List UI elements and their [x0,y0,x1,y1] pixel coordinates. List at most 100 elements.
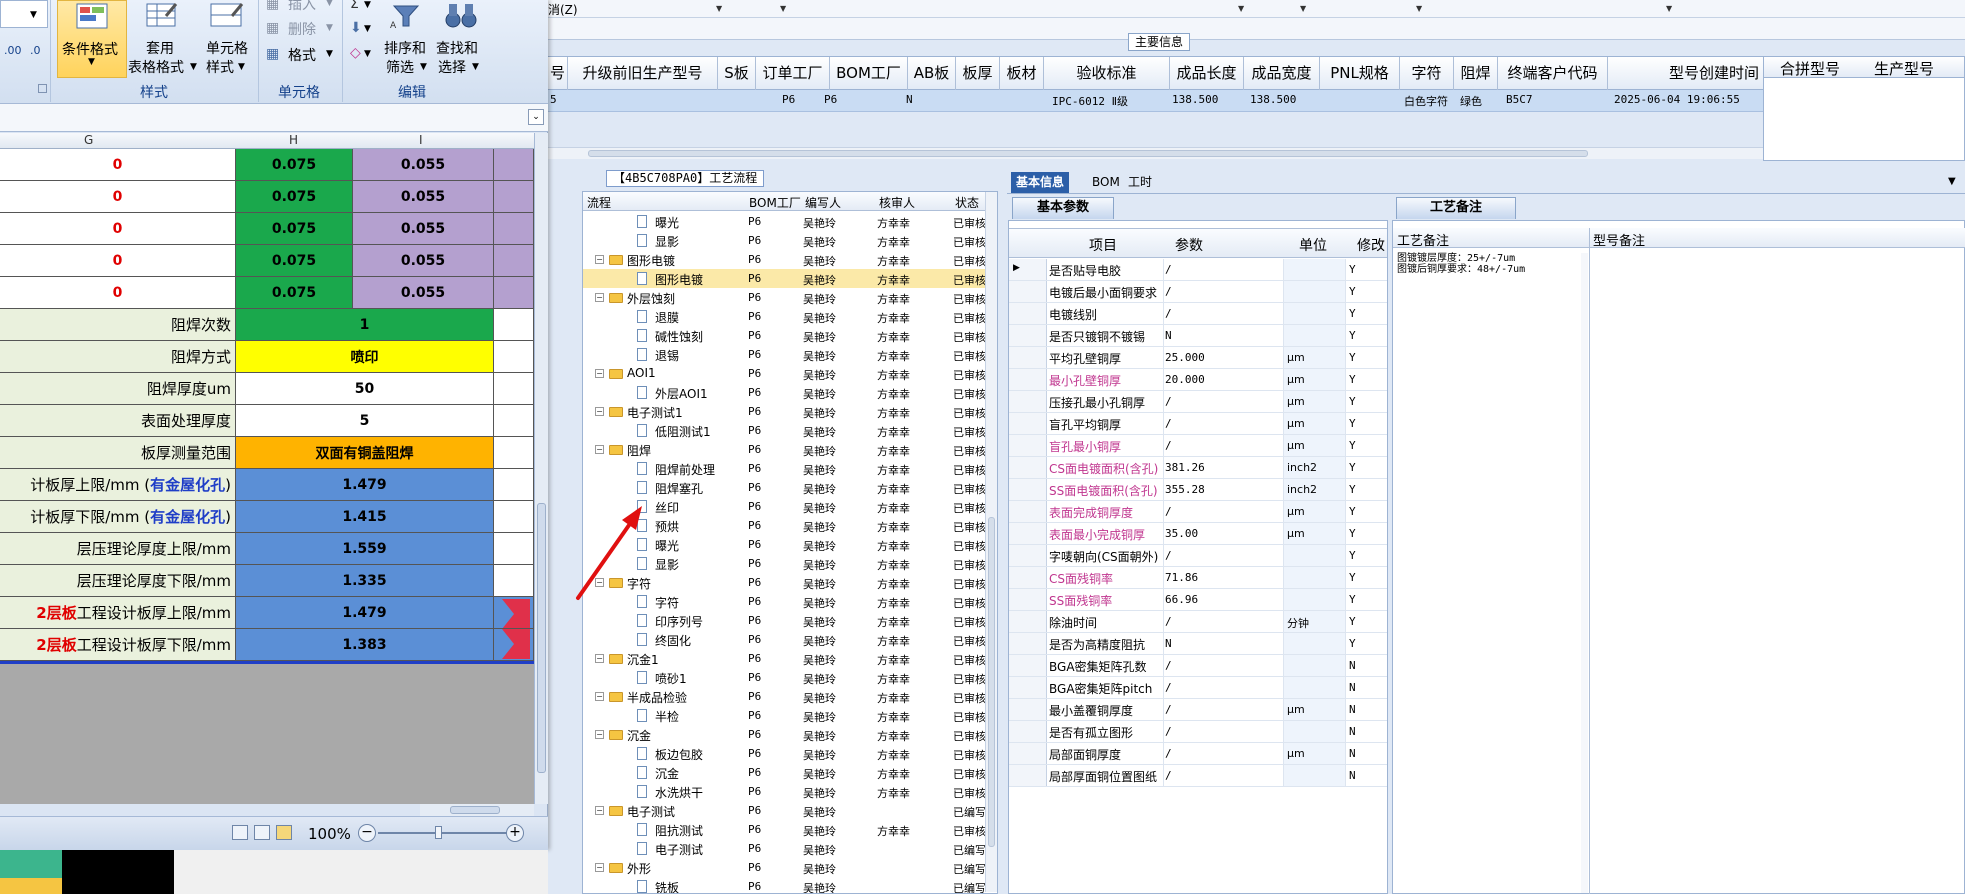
sheet-cell[interactable] [494,149,534,181]
chevron-down-icon[interactable]: ▼ [780,4,786,13]
table-format-label[interactable]: 套用 [146,38,174,58]
param-value[interactable]: N [1165,637,1172,650]
flow-step-row[interactable]: 退锡 P6 吴艳玲 方幸幸 已审核 [583,345,997,364]
grid-header-cell[interactable]: 板材 [1000,57,1044,90]
param-value[interactable]: / [1165,395,1172,408]
param-row[interactable]: 局部厚面铜位置图纸 / N [1009,765,1387,787]
flow-group-row[interactable]: − 电子测试 P6 吴艳玲 已编写 [583,801,997,820]
row-indicator[interactable] [1009,369,1047,390]
param-value[interactable]: 66.96 [1165,593,1198,606]
row-indicator[interactable] [1009,699,1047,720]
grid-header-cell[interactable]: AB板 [908,57,956,90]
sheet-label-cell[interactable]: 表面处理厚度 [0,405,236,437]
clear-icon[interactable]: ◇ [350,45,361,61]
chevron-down-icon[interactable]: ▼ [238,62,245,72]
zoom-out-icon[interactable]: − [358,824,376,842]
sheet-value-cell[interactable]: 1.383 [236,629,494,661]
chevron-down-icon[interactable]: ▼ [1238,4,1244,13]
param-row[interactable]: 字唛朝向(CS面朝外) / Y [1009,545,1387,567]
cell-style-label[interactable]: 单元格 [206,38,248,58]
zoom-slider-thumb[interactable] [435,826,442,839]
find-select-label[interactable]: 选择 [438,57,466,77]
scrollbar-thumb[interactable] [537,503,546,773]
chevron-down-icon[interactable]: ▼ [326,0,333,8]
expand-formula-icon[interactable]: ⌄ [528,109,544,125]
param-value[interactable]: / [1165,417,1172,430]
chevron-down-icon[interactable]: ▼ [364,24,371,34]
sheet-cell[interactable]: 0.055 [353,245,494,277]
grid-header-cell[interactable]: 终端客户代码 [1498,57,1608,90]
grid-header-cell[interactable]: 合拼型号 [1780,58,1840,79]
param-row[interactable]: 平均孔壁铜厚 25.000 μm Y [1009,347,1387,369]
flow-step-row[interactable]: 终固化 P6 吴艳玲 方幸幸 已审核 [583,630,997,649]
decrease-decimal-icon[interactable]: .00 [4,44,22,57]
row-indicator[interactable] [1009,303,1047,324]
sheet-value-cell[interactable]: 1.479 [236,469,494,501]
sheet-cell[interactable] [494,629,534,661]
grid-header-cell[interactable]: 型号创建时间 [1608,57,1763,90]
row-indicator[interactable] [1009,677,1047,698]
sheet-vertical-scrollbar[interactable] [534,133,548,804]
sheet-cell[interactable] [494,597,534,629]
chevron-down-icon[interactable]: ▼ [716,4,722,13]
sheet-value-cell[interactable]: 1.415 [236,501,494,533]
flow-header-cell[interactable]: 核审人 [879,194,915,211]
collapse-icon[interactable]: − [595,407,604,416]
collapse-icon[interactable]: − [595,730,604,739]
row-indicator[interactable] [1009,611,1047,632]
row-indicator[interactable] [1009,413,1047,434]
row-indicator[interactable] [1009,457,1047,478]
sheet-cell[interactable] [494,309,534,341]
row-indicator[interactable] [1009,567,1047,588]
sheet-cell[interactable] [494,181,534,213]
sheet-cell[interactable]: 0 [0,213,236,245]
sheet-cell[interactable] [494,245,534,277]
param-value[interactable]: / [1165,549,1172,562]
grid-header-cell[interactable]: 成品宽度 [1244,57,1320,90]
flow-group-row[interactable]: − 图形电镀 P6 吴艳玲 方幸幸 已审核 [583,250,997,269]
sheet-value-cell[interactable]: 1 [236,309,494,341]
chevron-down-icon[interactable]: ▼ [364,49,371,59]
sheet-cell[interactable] [494,469,534,501]
formula-bar[interactable]: ⌄ [0,104,548,132]
flow-step-row[interactable]: 电子测试 P6 吴艳玲 已编写 [583,839,997,858]
style-dropdown[interactable] [0,0,48,28]
increase-decimal-icon[interactable]: .0 [30,44,41,57]
flow-step-row[interactable]: 外层AOI1 P6 吴艳玲 方幸幸 已审核 [583,383,997,402]
sheet-value-cell[interactable]: 喷印 [236,341,494,373]
param-row[interactable]: CS面残铜率 71.86 Y [1009,567,1387,589]
scrollbar-thumb[interactable] [588,150,1588,157]
row-indicator[interactable] [1009,523,1047,544]
sheet-label-cell[interactable]: 阻焊次数 [0,309,236,341]
param-value[interactable]: 35.00 [1165,527,1198,540]
chevron-down-icon[interactable]: ▼ [472,62,479,72]
param-value[interactable]: 25.000 [1165,351,1205,364]
param-value[interactable]: / [1165,659,1172,672]
sheet-cell[interactable]: 0.075 [236,149,353,181]
tab-bom[interactable]: BOM [1087,172,1125,193]
row-indicator[interactable] [1009,435,1047,456]
sheet-cell[interactable]: 0.055 [353,277,494,309]
param-row[interactable]: SS面电镀面积(含孔) 355.28 inch2 Y [1009,479,1387,501]
params-header-cell[interactable]: 参数 [1175,235,1203,255]
sheet-value-cell[interactable]: 1.559 [236,533,494,565]
sheet-label-cell[interactable]: 层压理论厚度上限/mm [0,533,236,565]
scrollbar-thumb[interactable] [450,806,500,814]
param-row[interactable]: 是否有孤立图形 / N [1009,721,1387,743]
sheet-label-cell[interactable]: 板厚测量范围 [0,437,236,469]
param-row[interactable]: CS面电镀面积(含孔) 381.26 inch2 Y [1009,457,1387,479]
flow-group-row[interactable]: − 外形 P6 吴艳玲 已编写 [583,858,997,877]
format-icon[interactable]: ▦ [266,46,279,62]
param-value[interactable]: / [1165,703,1172,716]
param-row[interactable]: 表面最小完成铜厚 35.00 μm Y [1009,523,1387,545]
sheet-cell[interactable] [494,501,534,533]
tab-basic-info[interactable]: 基本信息 [1011,172,1070,193]
sheet-cell[interactable]: 0.075 [236,277,353,309]
subtab-process-notes[interactable]: 工艺备注 [1396,197,1516,219]
chevron-down-icon[interactable]: ▼ [190,62,197,72]
collapse-icon[interactable]: − [595,806,604,815]
process-notes-text[interactable]: 图镀镀层厚度：25+/-7um 图镀后铜厚要求：48+/-7um [1397,253,1525,275]
sheet-cell[interactable] [494,405,534,437]
chevron-down-icon[interactable]: ▼ [1416,4,1422,13]
main-info-tab[interactable]: 主要信息 [1128,33,1190,51]
